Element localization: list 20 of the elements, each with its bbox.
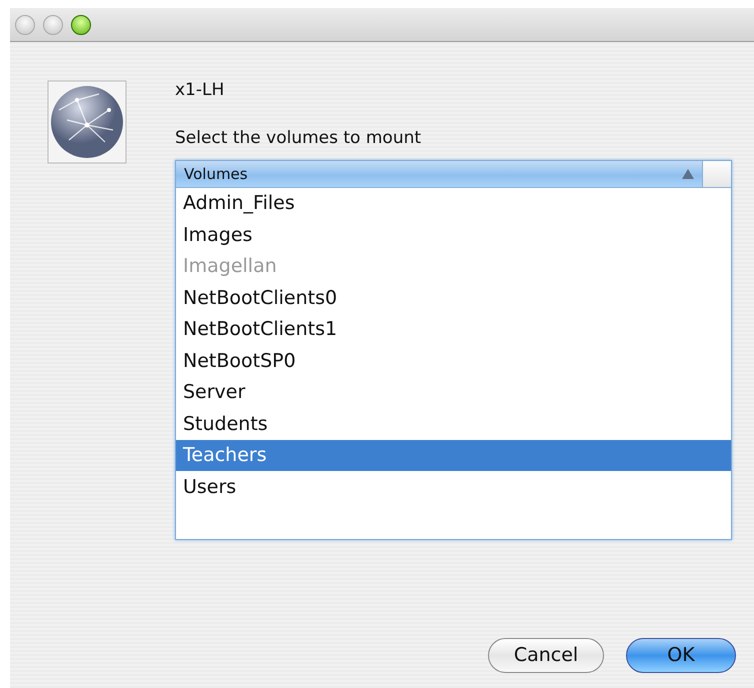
- sort-ascending-icon: [682, 168, 694, 179]
- volume-row[interactable]: Admin_Files: [176, 188, 731, 220]
- volume-row[interactable]: Users: [176, 471, 731, 503]
- globe-icon: [47, 80, 127, 164]
- cancel-button[interactable]: Cancel: [488, 638, 604, 673]
- volume-row[interactable]: Images: [176, 219, 731, 251]
- volume-row[interactable]: NetBootClients0: [176, 282, 731, 314]
- volume-row[interactable]: Server: [176, 376, 731, 408]
- column-header[interactable]: Volumes: [176, 160, 703, 187]
- volume-row[interactable]: Students: [176, 408, 731, 440]
- zoom-icon[interactable]: [71, 14, 91, 34]
- minimize-icon[interactable]: [43, 14, 63, 34]
- volume-row[interactable]: NetBootClients1: [176, 314, 731, 346]
- header-corner: [703, 160, 731, 187]
- volume-row[interactable]: NetBootSP0: [176, 345, 731, 377]
- close-icon[interactable]: [15, 14, 35, 34]
- prompt-text: Select the volumes to mount: [175, 127, 422, 150]
- ok-button[interactable]: OK: [626, 638, 736, 673]
- server-name: x1-LH: [175, 80, 226, 100]
- volume-row[interactable]: Teachers: [176, 440, 731, 472]
